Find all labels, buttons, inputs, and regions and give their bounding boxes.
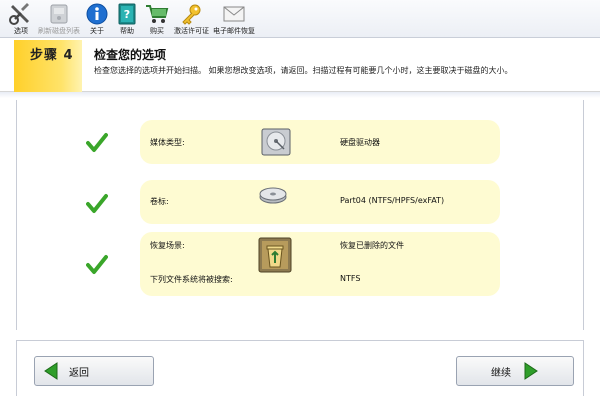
check-icon [86,133,108,152]
help-book-icon: ? [114,2,140,26]
toolbar-label: 购买 [150,27,164,35]
recover-deleted-icon [258,237,292,273]
toolbar-label: 关于 [90,27,104,35]
envelope-icon [221,2,247,26]
toolbar-label: 电子邮件恢复 [213,27,255,35]
back-button-label: 返回 [69,367,89,379]
media-type-value: 硬盘驱动器 [340,138,380,147]
toolbar-label: 激活许可证 [174,27,209,35]
scenario-card [140,232,500,296]
arrow-right-icon [524,362,538,380]
arrow-left-icon [44,362,58,380]
toolbar-options-button[interactable]: 选项 [8,0,34,38]
volume-value: Part04 (NTFS/HPFS/exFAT) [340,196,445,205]
svg-text:?: ? [124,8,130,21]
toolbar-label: 刷新磁盘列表 [38,27,80,35]
tools-icon [8,2,34,26]
toolbar-about-button[interactable]: 关于 [84,0,110,38]
toolbar-help-button[interactable]: ? 帮助 [114,0,140,38]
step-number: 步骤 4 [30,48,74,63]
toolbar-activate-button[interactable]: 激活许可证 [174,0,209,38]
toolbar: 选项 刷新磁盘列表 关于 ? 帮助 购买 激活许可证 电子邮件恢复 [0,0,600,38]
refresh-disk-list-icon [46,2,72,26]
scenario-value: 恢复已删除的文件 [340,241,404,250]
volume-label: 卷标: [150,197,169,206]
check-icon [86,255,108,274]
volume-card [140,180,500,224]
toolbar-label: 帮助 [120,27,134,35]
page-title: 检查您的选项 [94,48,167,62]
check-icon [86,194,108,213]
step-header: 步骤 4 检查您的选项 检查您选择的选项并开始扫描。 如果您想改变选项，请返回。… [0,40,600,92]
filesystem-label: 下列文件系统将被搜索: [150,275,233,284]
media-type-card [140,120,500,164]
step-description: 检查您选择的选项并开始扫描。 如果您想改变选项，请返回。扫描过程有可能要几个小时… [94,66,513,75]
disk-partition-icon [259,187,287,204]
hard-drive-icon [261,128,291,156]
filesystem-value: NTFS [340,274,361,283]
toolbar-label: 选项 [14,27,28,35]
header-divider [0,92,600,98]
scenario-label: 恢复场景: [150,241,185,250]
info-icon [84,2,110,26]
toolbar-email-recovery-button[interactable]: 电子邮件恢复 [213,0,255,38]
continue-button-label: 继续 [491,367,511,379]
shopping-cart-icon [144,2,170,26]
media-type-label: 媒体类型: [150,138,185,147]
toolbar-refresh-button[interactable]: 刷新磁盘列表 [38,0,80,38]
step-badge: 步骤 4 [14,40,82,92]
continue-button[interactable]: 继续 [456,356,574,386]
key-icon [179,2,205,26]
back-button[interactable]: 返回 [34,356,154,386]
toolbar-buy-button[interactable]: 购买 [144,0,170,38]
